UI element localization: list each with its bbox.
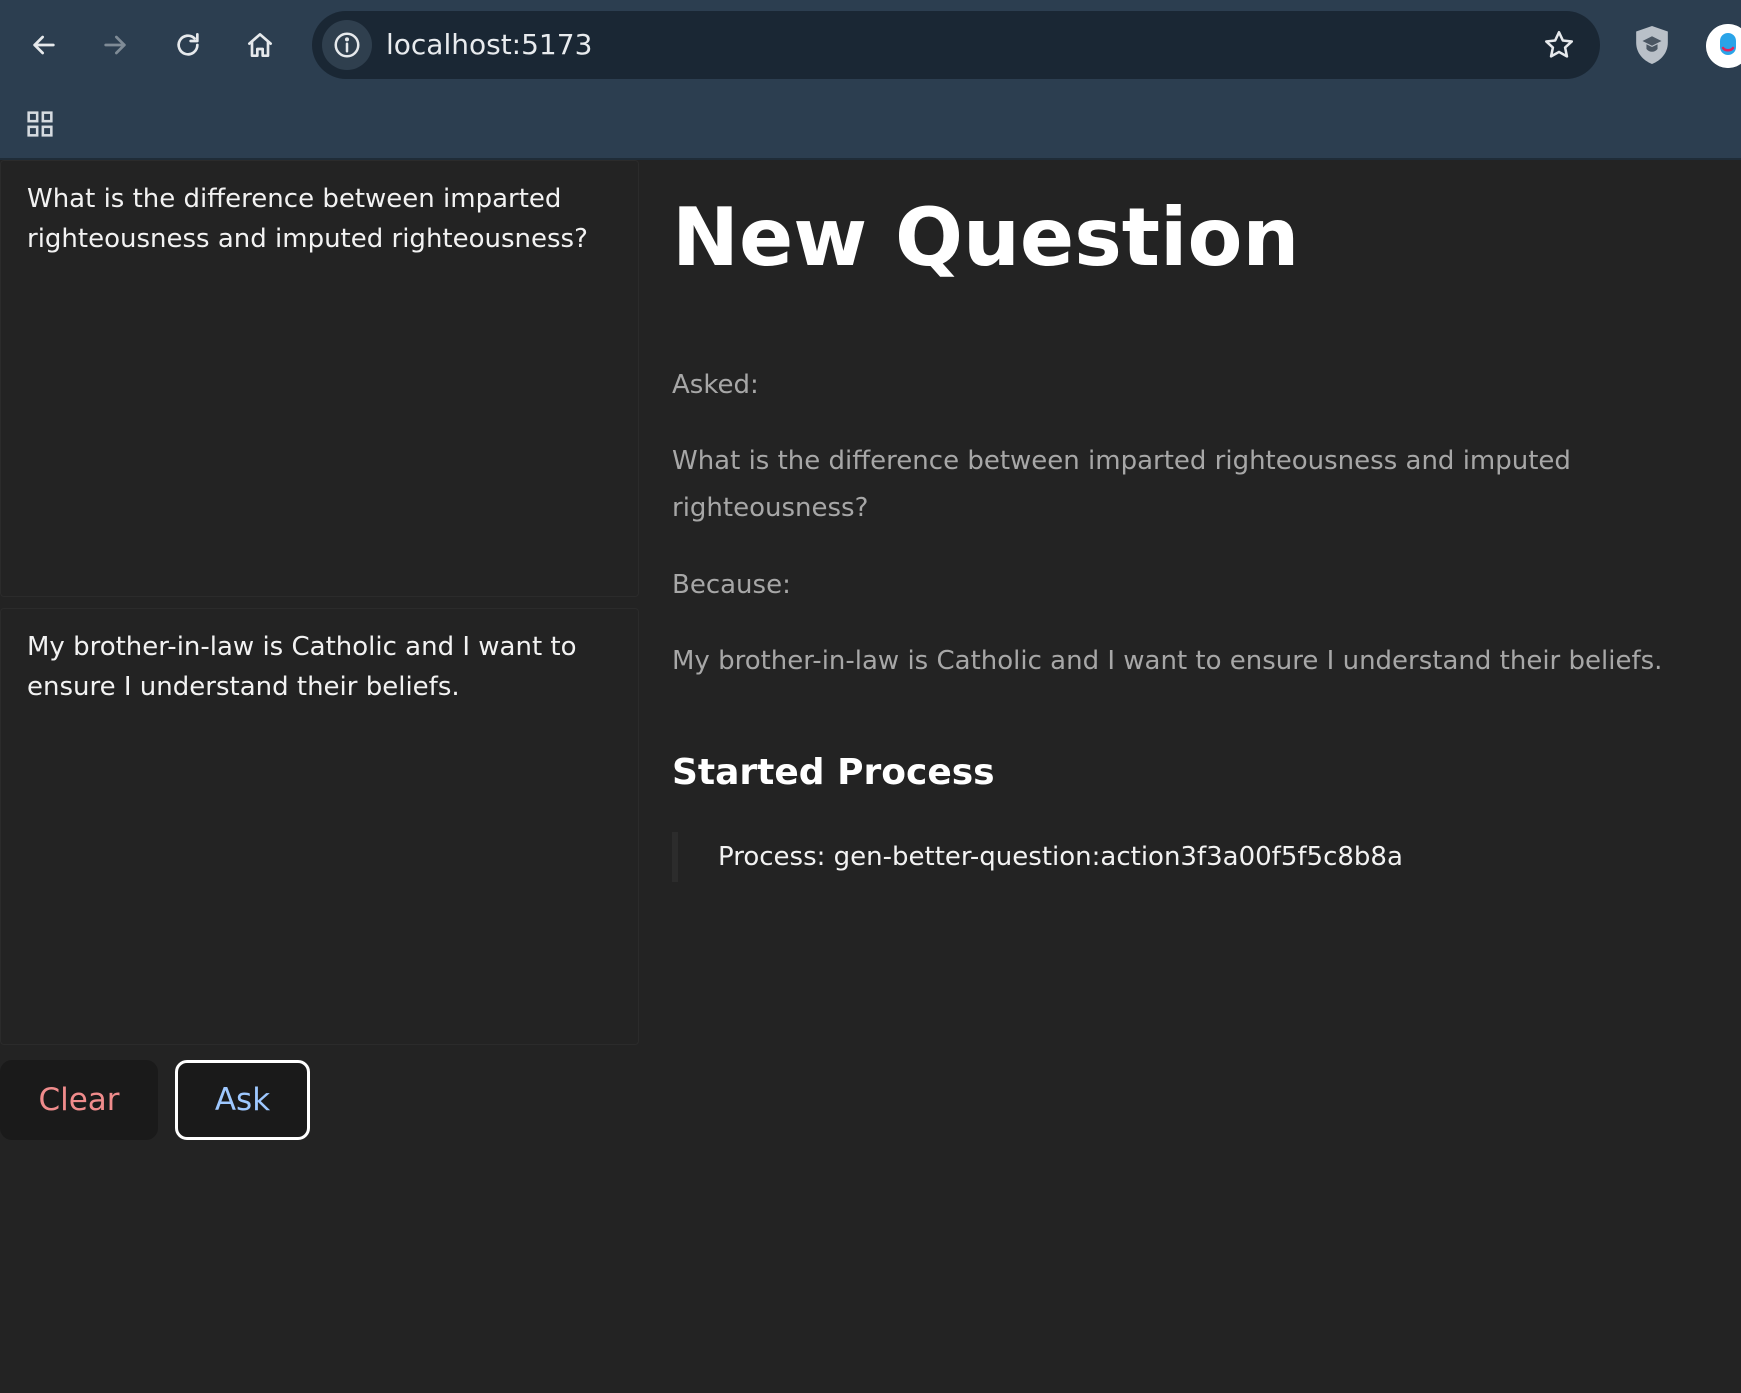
- browser-toolbar: localhost:5173: [0, 0, 1741, 90]
- ask-button[interactable]: Ask: [175, 1060, 310, 1140]
- clear-button[interactable]: Clear: [0, 1060, 158, 1140]
- shield-icon: [1636, 26, 1668, 64]
- forward-button[interactable]: [88, 18, 142, 72]
- star-icon: [1544, 30, 1574, 58]
- started-process-heading: Started Process: [672, 752, 995, 793]
- home-icon: [248, 33, 272, 57]
- asked-text: What is the difference between imparted …: [672, 446, 1571, 523]
- arrow-right-icon: [104, 35, 126, 55]
- address-bar[interactable]: localhost:5173: [312, 11, 1600, 79]
- back-button[interactable]: [17, 18, 71, 72]
- process-id-text: Process: gen-better-question:action3f3a0…: [672, 832, 1403, 882]
- bookmark-button[interactable]: [1536, 22, 1582, 68]
- page-title: New Question: [672, 191, 1300, 284]
- site-info-button[interactable]: [322, 20, 372, 70]
- reload-button[interactable]: [161, 18, 215, 72]
- question-textarea[interactable]: What is the difference between imparted …: [0, 160, 639, 597]
- question-form: What is the difference between imparted …: [0, 160, 640, 1140]
- profile-button[interactable]: [1706, 24, 1741, 68]
- asked-label: Asked:: [672, 370, 759, 400]
- extension-button[interactable]: [1630, 22, 1674, 68]
- info-icon: [334, 32, 360, 58]
- apps-button[interactable]: [18, 102, 62, 146]
- because-label: Because:: [672, 570, 791, 600]
- url-text[interactable]: localhost:5173: [386, 11, 592, 79]
- page-content: What is the difference between imparted …: [0, 160, 1741, 1393]
- apps-grid-icon: [27, 111, 53, 137]
- because-text: My brother-in-law is Catholic and I want…: [672, 646, 1663, 676]
- reload-icon: [177, 33, 199, 56]
- home-button[interactable]: [233, 18, 287, 72]
- reason-textarea[interactable]: My brother-in-law is Catholic and I want…: [0, 608, 639, 1045]
- arrow-left-icon: [33, 35, 55, 55]
- avatar-icon: [1706, 24, 1741, 68]
- bookmarks-bar: [0, 90, 1741, 160]
